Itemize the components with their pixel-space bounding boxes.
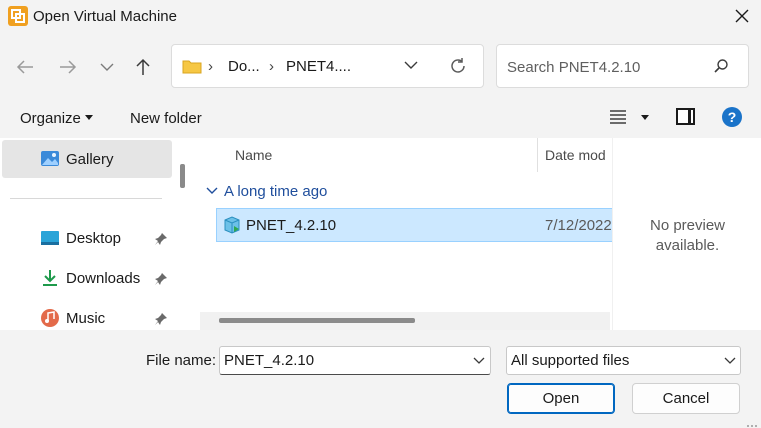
close-button[interactable]	[723, 0, 761, 32]
navigation-pane: Gallery Desktop Downloads Music	[0, 138, 174, 330]
forward-button[interactable]	[55, 54, 81, 80]
search-box[interactable]: Search PNET4.2.10	[496, 44, 749, 88]
help-icon[interactable]: ?	[722, 107, 742, 127]
pin-icon[interactable]	[154, 272, 168, 286]
file-name-label: File name:	[146, 352, 217, 369]
navigation-bar: › Do... › PNET4.... Search PNET4.2.10	[0, 34, 761, 96]
sidebar-item-gallery[interactable]: Gallery	[2, 140, 172, 178]
address-bar[interactable]: › Do... › PNET4....	[171, 44, 484, 88]
preview-pane: No preview available.	[612, 138, 761, 330]
column-header-date[interactable]: Date mod	[545, 147, 606, 163]
search-placeholder: Search PNET4.2.10	[507, 59, 641, 76]
preview-pane-toggle-icon[interactable]	[676, 108, 695, 125]
arrow-left-icon	[16, 60, 33, 74]
preview-line: available.	[655, 237, 720, 254]
breadcrumb-separator-icon: ›	[208, 58, 213, 75]
file-date: 7/12/2022	[545, 217, 612, 234]
pin-icon[interactable]	[154, 312, 168, 326]
breadcrumb-separator-icon: ›	[269, 58, 274, 75]
new-folder-button[interactable]: New folder	[130, 110, 202, 127]
window-title: Open Virtual Machine	[33, 8, 177, 25]
close-icon	[735, 9, 749, 23]
vmware-app-icon	[8, 6, 28, 26]
chevron-down-icon[interactable]	[206, 187, 218, 195]
music-icon	[41, 309, 59, 327]
file-type-filter[interactable]: All supported files	[506, 346, 741, 375]
gallery-icon	[41, 151, 59, 166]
sidebar-item-label: Gallery	[66, 151, 114, 168]
folder-icon	[182, 60, 202, 74]
back-button[interactable]	[12, 54, 38, 80]
chevron-down-icon	[100, 63, 114, 71]
sidebar-scrollbar[interactable]	[180, 164, 185, 188]
search-icon	[714, 59, 728, 73]
refresh-icon[interactable]	[449, 57, 467, 75]
recent-locations-button[interactable]	[94, 54, 120, 80]
file-name-value: PNET_4.2.10	[224, 352, 315, 369]
preview-message: No preview available.	[613, 216, 761, 256]
cancel-button[interactable]: Cancel	[632, 383, 740, 414]
file-type-value: All supported files	[511, 352, 630, 369]
arrow-up-icon	[136, 58, 150, 75]
title-bar: Open Virtual Machine	[0, 0, 761, 34]
sidebar-item-label: Downloads	[66, 270, 141, 287]
view-options-icon[interactable]	[609, 109, 627, 125]
pin-icon[interactable]	[154, 232, 168, 246]
virtual-machine-file-icon	[224, 216, 240, 234]
dialog-footer: File name: PNET_4.2.10 All supported fil…	[0, 330, 761, 428]
arrow-right-icon	[60, 60, 77, 74]
up-button[interactable]	[130, 54, 156, 80]
desktop-icon	[41, 231, 59, 245]
file-name: PNET_4.2.10	[246, 217, 337, 234]
file-name-field[interactable]: PNET_4.2.10	[219, 346, 491, 375]
downloads-icon	[43, 270, 57, 286]
caret-down-icon	[85, 115, 93, 120]
chevron-down-icon	[724, 357, 736, 364]
sidebar-divider	[10, 198, 162, 199]
group-header[interactable]: A long time ago	[224, 183, 327, 200]
breadcrumb-documents[interactable]: Do...	[228, 58, 260, 75]
column-header-name[interactable]: Name	[235, 147, 272, 163]
view-caret-icon[interactable]	[641, 115, 649, 120]
column-divider[interactable]	[537, 138, 538, 172]
organize-button[interactable]: Organize	[20, 110, 81, 127]
chevron-down-icon[interactable]	[473, 357, 485, 365]
horizontal-scrollbar-thumb[interactable]	[219, 318, 415, 323]
file-list: Name Date mod A long time ago PNET_4.2.1…	[194, 138, 612, 330]
breadcrumb-pnet[interactable]: PNET4....	[286, 58, 351, 75]
command-bar: Organize New folder ?	[0, 96, 761, 138]
open-button[interactable]: Open	[507, 383, 615, 414]
sidebar-item-label: Music	[66, 310, 106, 327]
resize-grip-icon[interactable]	[746, 422, 758, 428]
sidebar-item-label: Desktop	[66, 230, 122, 247]
file-row[interactable]: PNET_4.2.10 7/12/2022	[216, 208, 612, 242]
preview-line: No preview	[649, 217, 726, 234]
address-dropdown-icon[interactable]	[404, 60, 418, 70]
